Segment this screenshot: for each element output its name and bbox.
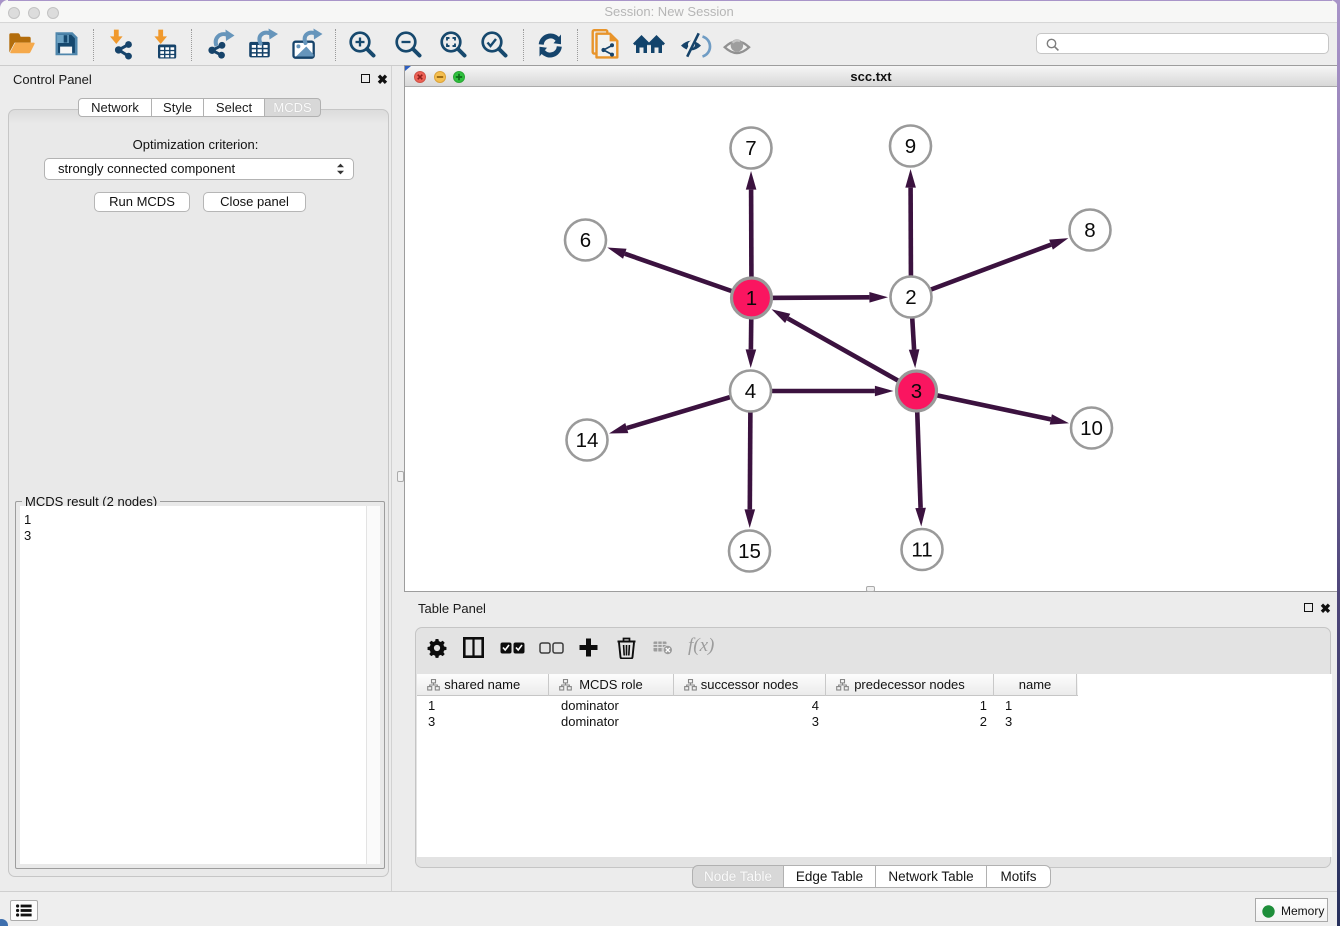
svg-text:3: 3: [911, 380, 922, 403]
svg-text:6: 6: [580, 229, 591, 252]
svg-text:1: 1: [746, 287, 757, 310]
svg-text:9: 9: [905, 135, 916, 158]
svg-text:7: 7: [745, 137, 756, 160]
svg-text:8: 8: [1084, 219, 1095, 242]
svg-text:2: 2: [905, 286, 916, 309]
svg-text:4: 4: [745, 380, 756, 403]
svg-text:11: 11: [911, 539, 932, 562]
svg-text:10: 10: [1080, 417, 1103, 440]
svg-text:14: 14: [576, 429, 599, 452]
svg-text:15: 15: [738, 540, 761, 563]
